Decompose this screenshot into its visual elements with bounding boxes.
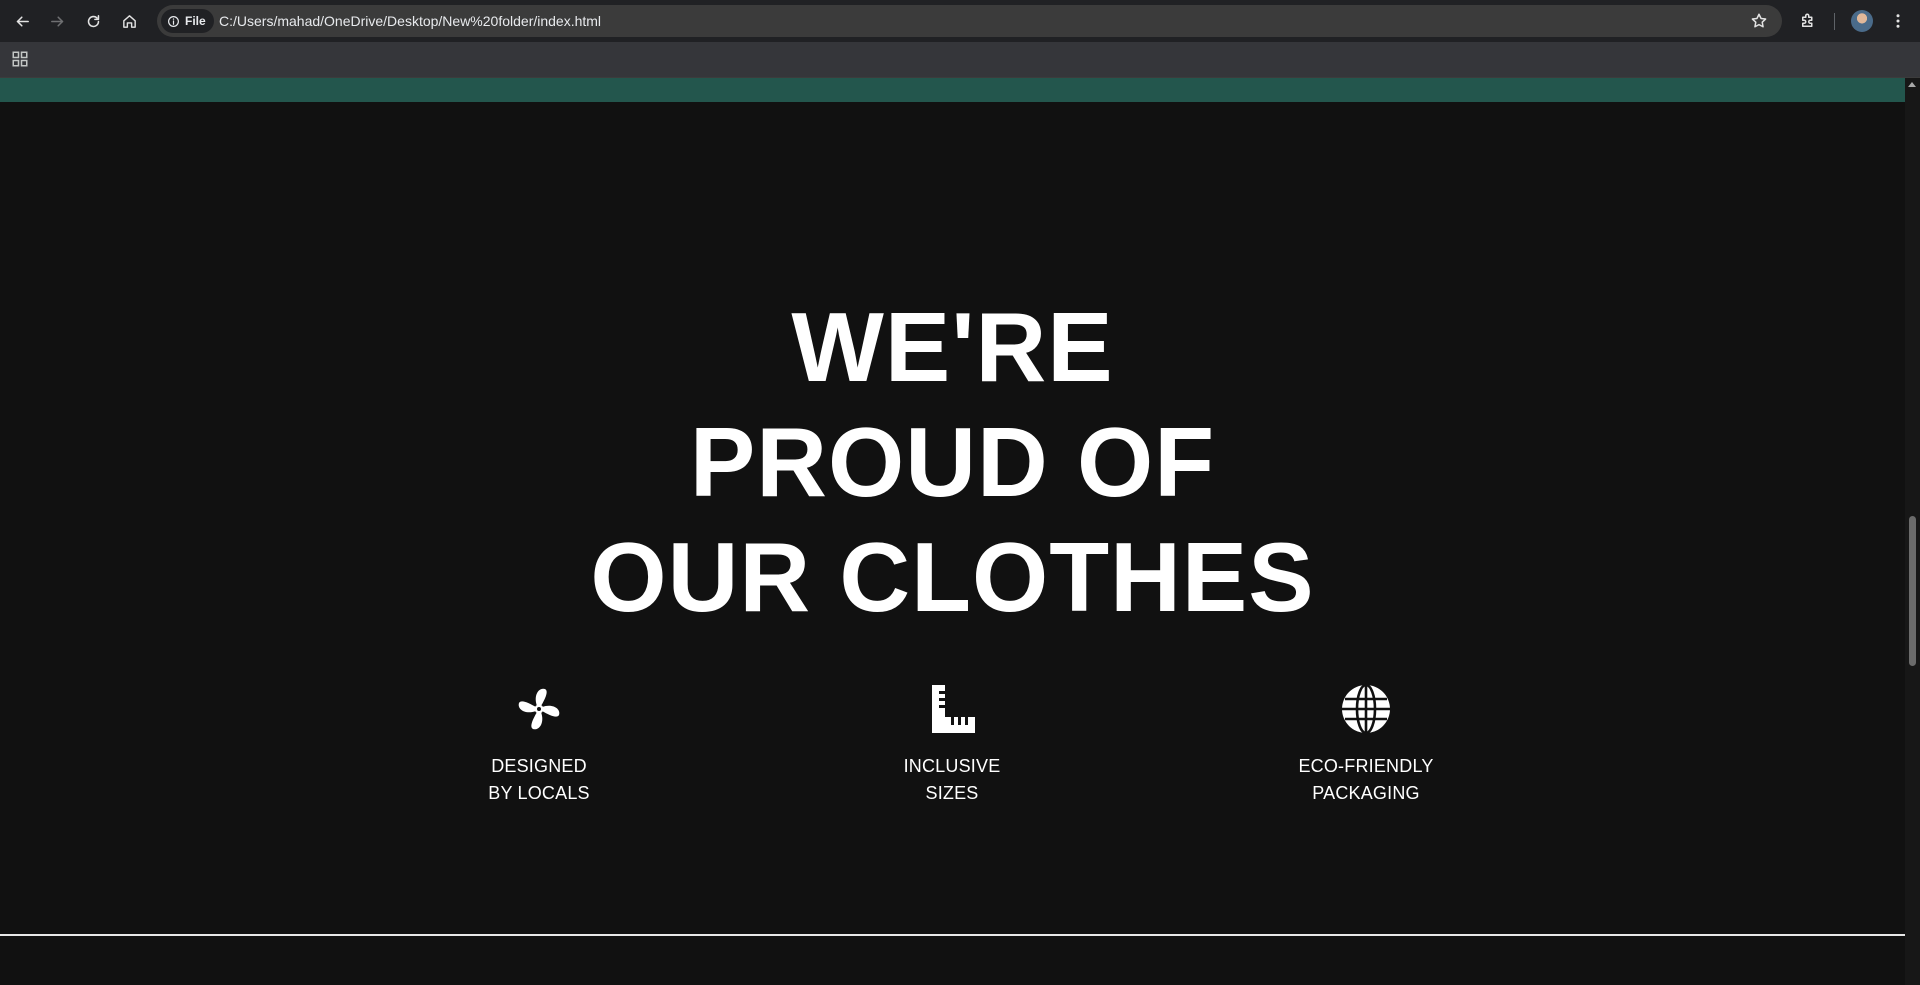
- headline-line: OUR CLOTHES: [590, 522, 1315, 632]
- feature-label-line: BY LOCALS: [488, 783, 590, 803]
- info-icon: [168, 15, 179, 27]
- star-icon[interactable]: [1750, 12, 1768, 30]
- arrow-right-icon: [50, 15, 63, 27]
- arrow-left-icon: [16, 15, 29, 27]
- feature-label-line: ECO-FRIENDLY: [1298, 756, 1434, 776]
- kebab-menu-icon: [1896, 14, 1900, 28]
- home-button[interactable]: [117, 9, 141, 33]
- ruler-icon: [932, 685, 975, 733]
- feature-label: ECO-FRIENDLY PACKAGING: [1256, 753, 1476, 807]
- back-button[interactable]: [10, 9, 34, 33]
- feature-label-line: INCLUSIVE: [903, 756, 1001, 776]
- page-scrollbar[interactable]: [1905, 78, 1920, 985]
- scroll-up-arrow[interactable]: [1908, 82, 1916, 87]
- feature-label: DESIGNED BY LOCALS: [429, 753, 649, 807]
- pinwheel-icon: [518, 688, 560, 730]
- reload-button[interactable]: [81, 9, 105, 33]
- hero-headline: WE'RE PROUD OF OUR CLOTHES: [0, 290, 1905, 635]
- feature-label-line: DESIGNED: [491, 756, 587, 776]
- feature-designed-by-locals: DESIGNED BY LOCALS: [429, 683, 649, 807]
- top-banner-strip: [0, 78, 1905, 102]
- extensions-button[interactable]: [1796, 9, 1820, 33]
- apps-grid-icon[interactable]: [11, 50, 29, 68]
- feature-eco-friendly-packaging: ECO-FRIENDLY PACKAGING: [1256, 683, 1476, 807]
- section-divider: [0, 934, 1905, 936]
- bookmarks-bar: [0, 42, 1920, 78]
- url-text[interactable]: C:/Users/mahad/OneDrive/Desktop/New%20fo…: [219, 5, 601, 37]
- browser-menu-button[interactable]: [1886, 9, 1910, 33]
- reload-icon: [87, 14, 99, 27]
- feature-label-line: SIZES: [925, 783, 979, 803]
- feature-inclusive-sizes: INCLUSIVE SIZES: [842, 683, 1062, 807]
- headline-line: PROUD OF: [689, 407, 1216, 517]
- site-chip-label: File: [185, 14, 206, 28]
- site-info-chip[interactable]: File: [161, 9, 214, 33]
- toolbar-divider: [1834, 13, 1835, 30]
- features-row: DESIGNED BY LOCALS INCLUSIVE SIZES ECO-F…: [0, 683, 1905, 813]
- home-icon: [122, 14, 136, 28]
- puzzle-icon: [1802, 13, 1813, 27]
- browser-toolbar: File C:/Users/mahad/OneDrive/Desktop/New…: [0, 0, 1920, 42]
- address-bar[interactable]: File C:/Users/mahad/OneDrive/Desktop/New…: [157, 5, 1782, 37]
- forward-button[interactable]: [45, 9, 69, 33]
- feature-label-line: PACKAGING: [1312, 783, 1420, 803]
- avatar[interactable]: [1851, 10, 1873, 32]
- globe-icon: [1342, 683, 1390, 735]
- scrollbar-thumb[interactable]: [1909, 516, 1916, 666]
- headline-line: WE'RE: [791, 292, 1114, 402]
- feature-label: INCLUSIVE SIZES: [842, 753, 1062, 807]
- page-viewport: WE'RE PROUD OF OUR CLOTHES DESIGNED BY L…: [0, 78, 1905, 985]
